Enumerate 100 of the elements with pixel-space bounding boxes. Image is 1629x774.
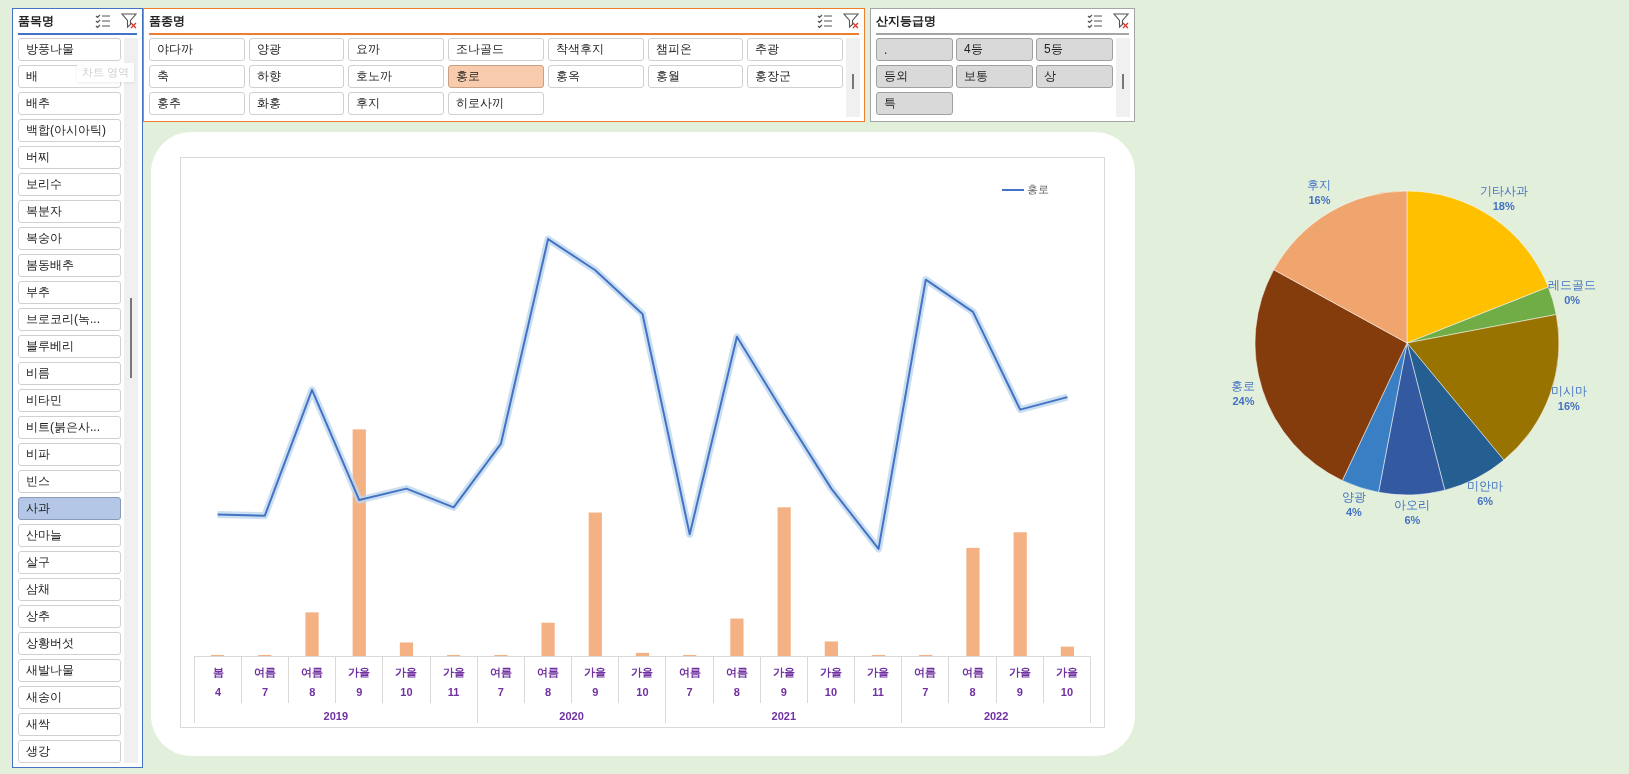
axis-label: 봄 — [212, 665, 224, 680]
slicer-item[interactable]: 비름 — [18, 362, 121, 385]
slicer-item[interactable]: . — [876, 38, 953, 61]
slicer-item[interactable]: 히로사끼 — [448, 92, 544, 115]
slicer-item[interactable]: 사과 — [18, 497, 121, 520]
data-label: 양광 — [1341, 489, 1366, 504]
slicer-item[interactable]: 홍장군 — [747, 65, 843, 88]
slicer-item[interactable]: 복분자 — [18, 200, 121, 223]
axis-label: 10 — [824, 686, 838, 698]
slicer-item[interactable]: 새발나물 — [18, 659, 121, 682]
slicer-item[interactable]: 홍월 — [647, 65, 744, 88]
axis-label: 여름 — [961, 665, 984, 680]
axis-label: 2020 — [558, 709, 585, 722]
axis-label: 가을 — [395, 665, 418, 680]
scrollbar[interactable] — [846, 38, 860, 117]
slicer-item[interactable]: 삼채 — [18, 578, 121, 601]
slicer-item[interactable]: 배추 — [18, 92, 121, 115]
slicer-item[interactable]: 호노까 — [348, 65, 445, 88]
slicer-item[interactable]: 특 — [876, 92, 953, 115]
slicer-item[interactable]: 홍옥 — [547, 65, 644, 88]
slicer-item[interactable]: 양광 — [248, 38, 345, 61]
axis-label: 가을 — [584, 665, 607, 680]
slicer-item[interactable]: 상 — [1036, 65, 1113, 88]
axis-label: 가을 — [772, 665, 795, 680]
slicer-item[interactable]: 상황버섯 — [18, 632, 121, 655]
slicer-item[interactable]: 5등 — [1036, 38, 1113, 61]
axis-label: 8 — [969, 686, 976, 698]
scrollbar[interactable] — [1116, 38, 1130, 117]
axis-label: 가을 — [348, 665, 371, 680]
data-label: 미시마 — [1550, 384, 1587, 399]
clear-filter-icon[interactable] — [1113, 13, 1129, 29]
axis-label: 여름 — [301, 665, 324, 680]
slicer-item[interactable]: 백합(아시아틱) — [18, 119, 121, 142]
slicer-item[interactable]: 축 — [149, 65, 245, 88]
slicer-item[interactable]: 부추 — [18, 281, 121, 304]
slicer-item[interactable]: 살구 — [18, 551, 121, 574]
data-label: 4% — [1345, 505, 1362, 518]
slicer-item[interactable]: 비타민 — [18, 389, 121, 412]
data-label: 24% — [1232, 395, 1255, 408]
data-label: 기타사과 — [1479, 183, 1528, 198]
axis-label: 가을 — [867, 665, 890, 680]
slicer-item[interactable]: 버찌 — [18, 146, 121, 169]
slicer-item[interactable]: 조나골드 — [448, 38, 544, 61]
axis-label: 8 — [309, 686, 316, 698]
multi-select-icon[interactable] — [817, 13, 833, 29]
slicer-item[interactable]: 생강 — [18, 740, 121, 763]
axis-label: 여름 — [678, 665, 701, 680]
axis-label: 가을 — [442, 665, 465, 680]
slicer-item[interactable]: 블루베리 — [18, 335, 121, 358]
axis-label: 7 — [922, 686, 929, 698]
slicer-item[interactable]: 착색후지 — [547, 38, 644, 61]
slicer-title: 품목명 — [18, 12, 54, 30]
slicer-title: 산지등급명 — [876, 12, 936, 30]
slicer-item[interactable]: 비파 — [18, 443, 121, 466]
slicer-item[interactable]: 비트(붉은사... — [18, 416, 121, 439]
slicer-item[interactable]: 상추 — [18, 605, 121, 628]
slicer-item[interactable]: 야다까 — [149, 38, 245, 61]
slicer-item[interactable]: 산마늘 — [18, 524, 121, 547]
slicer-item[interactable]: 복숭아 — [18, 227, 121, 250]
data-label: 6% — [1477, 495, 1494, 508]
slicer-item[interactable]: 빈스 — [18, 470, 121, 493]
axis-label: 여름 — [537, 665, 559, 680]
slicer-item[interactable]: 하향 — [248, 65, 345, 88]
data-label: 홍로 — [1231, 379, 1256, 394]
slicer-item[interactable]: 새싹 — [18, 713, 121, 736]
legend-label: 홍로 — [1027, 182, 1049, 197]
slicer-item[interactable]: 4등 — [956, 38, 1033, 61]
axis-label: 7 — [262, 686, 269, 698]
data-label: 0% — [1564, 294, 1581, 306]
slicer-item[interactable]: 후지 — [348, 92, 445, 115]
data-label: 18% — [1492, 199, 1515, 212]
slicer-item[interactable]: 요까 — [348, 38, 445, 61]
slicer-title: 품종명 — [149, 12, 185, 30]
slicer-item[interactable]: 등외 — [876, 65, 953, 88]
axis-label: 가을 — [819, 665, 842, 680]
legend-line-icon — [1002, 187, 1024, 192]
data-label: 레드골드 — [1548, 278, 1597, 292]
clear-filter-icon[interactable] — [843, 13, 859, 29]
clear-filter-icon[interactable] — [121, 13, 137, 29]
axis-label: 여름 — [914, 665, 937, 680]
axis-label: 여름 — [725, 665, 748, 680]
slicer-item[interactable]: 브로코리(녹... — [18, 308, 121, 331]
slicer-item[interactable]: 챔피온 — [647, 38, 744, 61]
axis-label: 9 — [356, 686, 363, 698]
multi-select-icon[interactable] — [1087, 13, 1103, 29]
slicer-item[interactable]: 보통 — [956, 65, 1033, 88]
data-label: 후지 — [1307, 177, 1332, 192]
slicer-item[interactable]: 봄동배추 — [18, 254, 121, 277]
axis-label: 10 — [1060, 686, 1074, 698]
slicer-item[interactable]: 홍추 — [149, 92, 245, 115]
slicer-item[interactable]: 새송이 — [18, 686, 121, 709]
axis-label: 2022 — [982, 709, 1010, 722]
slicer-item[interactable]: 방풍나물 — [18, 38, 121, 61]
slicer-item[interactable]: 보리수 — [18, 173, 121, 196]
slicer-item[interactable]: 추광 — [747, 38, 843, 61]
slicer-item[interactable]: 화홍 — [248, 92, 345, 115]
multi-select-icon[interactable] — [95, 13, 111, 29]
slicer-item[interactable]: 홍로 — [448, 65, 544, 88]
data-label: 아오리 — [1394, 497, 1431, 512]
axis-label: 4 — [215, 686, 222, 698]
